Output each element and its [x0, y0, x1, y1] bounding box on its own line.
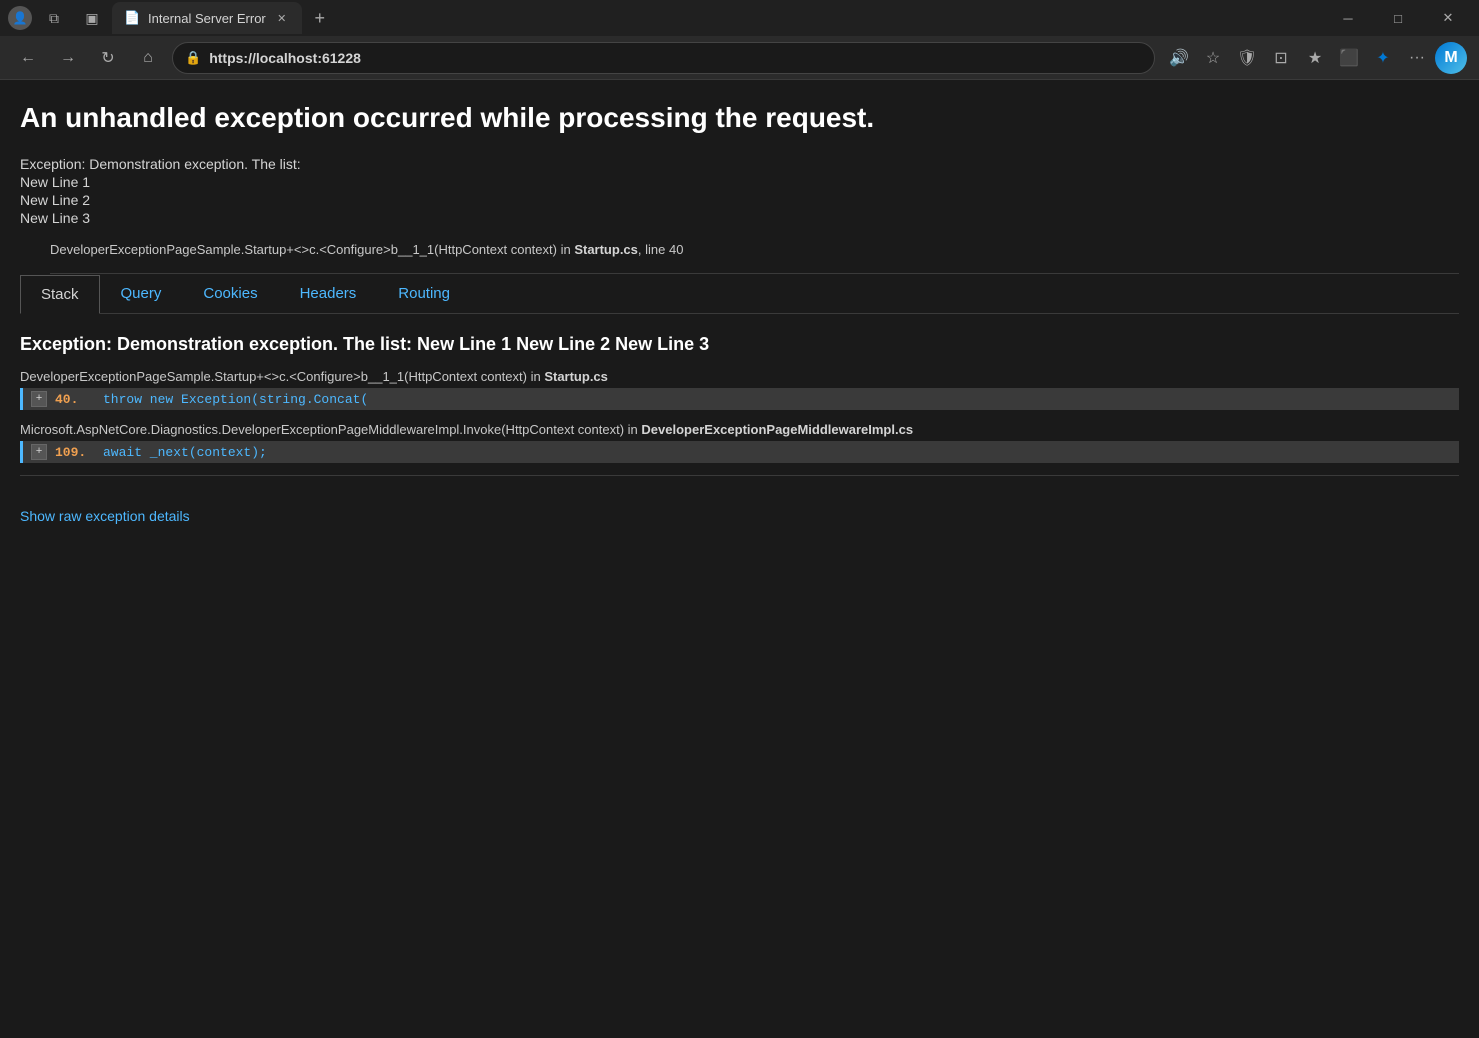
tab-close-button[interactable]: ✕ [274, 10, 290, 26]
browser-essentials-icon[interactable]: 🛡 [1231, 42, 1263, 74]
home-button[interactable]: ⌂ [132, 42, 164, 74]
favorites-list-icon[interactable]: ★ [1299, 42, 1331, 74]
edge-profile-button[interactable]: M [1435, 42, 1467, 74]
tab-group: 📄 Internal Server Error ✕ + [112, 2, 334, 34]
frame1-text: DeveloperExceptionPageSample.Startup+<>c… [20, 369, 544, 384]
collections-icon[interactable]: ⬛ [1333, 42, 1365, 74]
address-port: :61228 [317, 50, 361, 66]
tab-query[interactable]: Query [100, 274, 183, 313]
split-view-icon[interactable]: ▣ [76, 2, 108, 34]
maximize-button[interactable]: □ [1375, 0, 1421, 36]
tab-favicon-icon: 📄 [124, 10, 140, 26]
active-tab[interactable]: 📄 Internal Server Error ✕ [112, 2, 302, 34]
nav-bar: ← → ↻ ⌂ 🔒 https://localhost:61228 🔊 ☆ 🛡 … [0, 36, 1479, 80]
show-raw-exception-link[interactable]: Show raw exception details [20, 508, 190, 524]
address-text: https://localhost:61228 [209, 50, 361, 66]
address-host: localhost [256, 50, 317, 66]
refresh-button[interactable]: ↻ [92, 42, 124, 74]
frame1-file: Startup.cs [544, 369, 608, 384]
tab-stack[interactable]: Stack [20, 275, 100, 314]
frame2-code-line: + 109. await _next(context); [23, 441, 1459, 463]
stack-location-line: , line 40 [638, 242, 684, 257]
frame1-header: DeveloperExceptionPageSample.Startup+<>c… [20, 369, 1459, 384]
tabs-bar: Stack Query Cookies Headers Routing [20, 274, 1459, 314]
title-bar: 👤 ⧉ ▣ 📄 Internal Server Error ✕ + ─ □ ✕ [0, 0, 1479, 36]
tab-headers[interactable]: Headers [279, 274, 378, 313]
frame1-code-block: + 40. throw new Exception(string.Concat( [20, 388, 1459, 410]
copilot-icon[interactable]: ✦ [1367, 42, 1399, 74]
lock-icon: 🔒 [185, 50, 201, 66]
stack-location-prefix: DeveloperExceptionPageSample.Startup+<>c… [50, 242, 574, 257]
stack-location: DeveloperExceptionPageSample.Startup+<>c… [50, 242, 1459, 274]
forward-button[interactable]: → [52, 42, 84, 74]
stack-frame-1: DeveloperExceptionPageSample.Startup+<>c… [20, 369, 1459, 410]
frame1-code-text: throw new Exception(string.Concat( [103, 392, 368, 407]
close-button[interactable]: ✕ [1425, 0, 1471, 36]
split-screen-icon[interactable]: ⊡ [1265, 42, 1297, 74]
nav-actions: 🔊 ☆ 🛡 ⊡ ★ ⬛ ✦ ··· M [1163, 42, 1467, 74]
read-aloud-icon[interactable]: 🔊 [1163, 42, 1195, 74]
stack-location-file: Startup.cs [574, 242, 638, 257]
back-button[interactable]: ← [12, 42, 44, 74]
tab-cookies[interactable]: Cookies [182, 274, 278, 313]
frame2-file: DeveloperExceptionPageMiddlewareImpl.cs [641, 422, 913, 437]
page-main-heading: An unhandled exception occurred while pr… [20, 100, 1459, 136]
frame2-code-block: + 109. await _next(context); [20, 441, 1459, 463]
tab-routing[interactable]: Routing [377, 274, 471, 313]
frame2-text: Microsoft.AspNetCore.Diagnostics.Develop… [20, 422, 641, 437]
section-title: Exception: Demonstration exception. The … [20, 334, 1459, 355]
more-options-icon[interactable]: ··· [1401, 42, 1433, 74]
minimize-button[interactable]: ─ [1325, 0, 1371, 36]
frame1-code-line: + 40. throw new Exception(string.Concat( [23, 388, 1459, 410]
frame1-expand-button[interactable]: + [31, 391, 47, 407]
window-controls: ─ □ ✕ [1325, 0, 1471, 36]
tab-title: Internal Server Error [148, 11, 266, 26]
profile-avatar[interactable]: 👤 [8, 6, 32, 30]
frame1-line-num: 40. [55, 392, 95, 407]
title-bar-left: 👤 ⧉ ▣ [8, 2, 108, 34]
collections-icon[interactable]: ⧉ [38, 2, 70, 34]
stack-frame-2: Microsoft.AspNetCore.Diagnostics.Develop… [20, 422, 1459, 463]
address-bar[interactable]: 🔒 https://localhost:61228 [172, 42, 1155, 74]
favorites-icon[interactable]: ☆ [1197, 42, 1229, 74]
exception-line-1: New Line 1 [20, 174, 1459, 190]
exception-intro: Exception: Demonstration exception. The … [20, 156, 1459, 226]
divider [20, 475, 1459, 476]
exception-line-3: New Line 3 [20, 210, 1459, 226]
tabs-area: 📄 Internal Server Error ✕ + [112, 2, 1325, 34]
frame2-line-num: 109. [55, 445, 95, 460]
new-tab-button[interactable]: + [306, 4, 334, 32]
frame2-code-text: await _next(context); [103, 445, 267, 460]
exception-label: Exception: Demonstration exception. The … [20, 156, 1459, 172]
page-content: An unhandled exception occurred while pr… [0, 80, 1479, 1038]
frame2-expand-button[interactable]: + [31, 444, 47, 460]
exception-line-2: New Line 2 [20, 192, 1459, 208]
frame2-header: Microsoft.AspNetCore.Diagnostics.Develop… [20, 422, 1459, 437]
